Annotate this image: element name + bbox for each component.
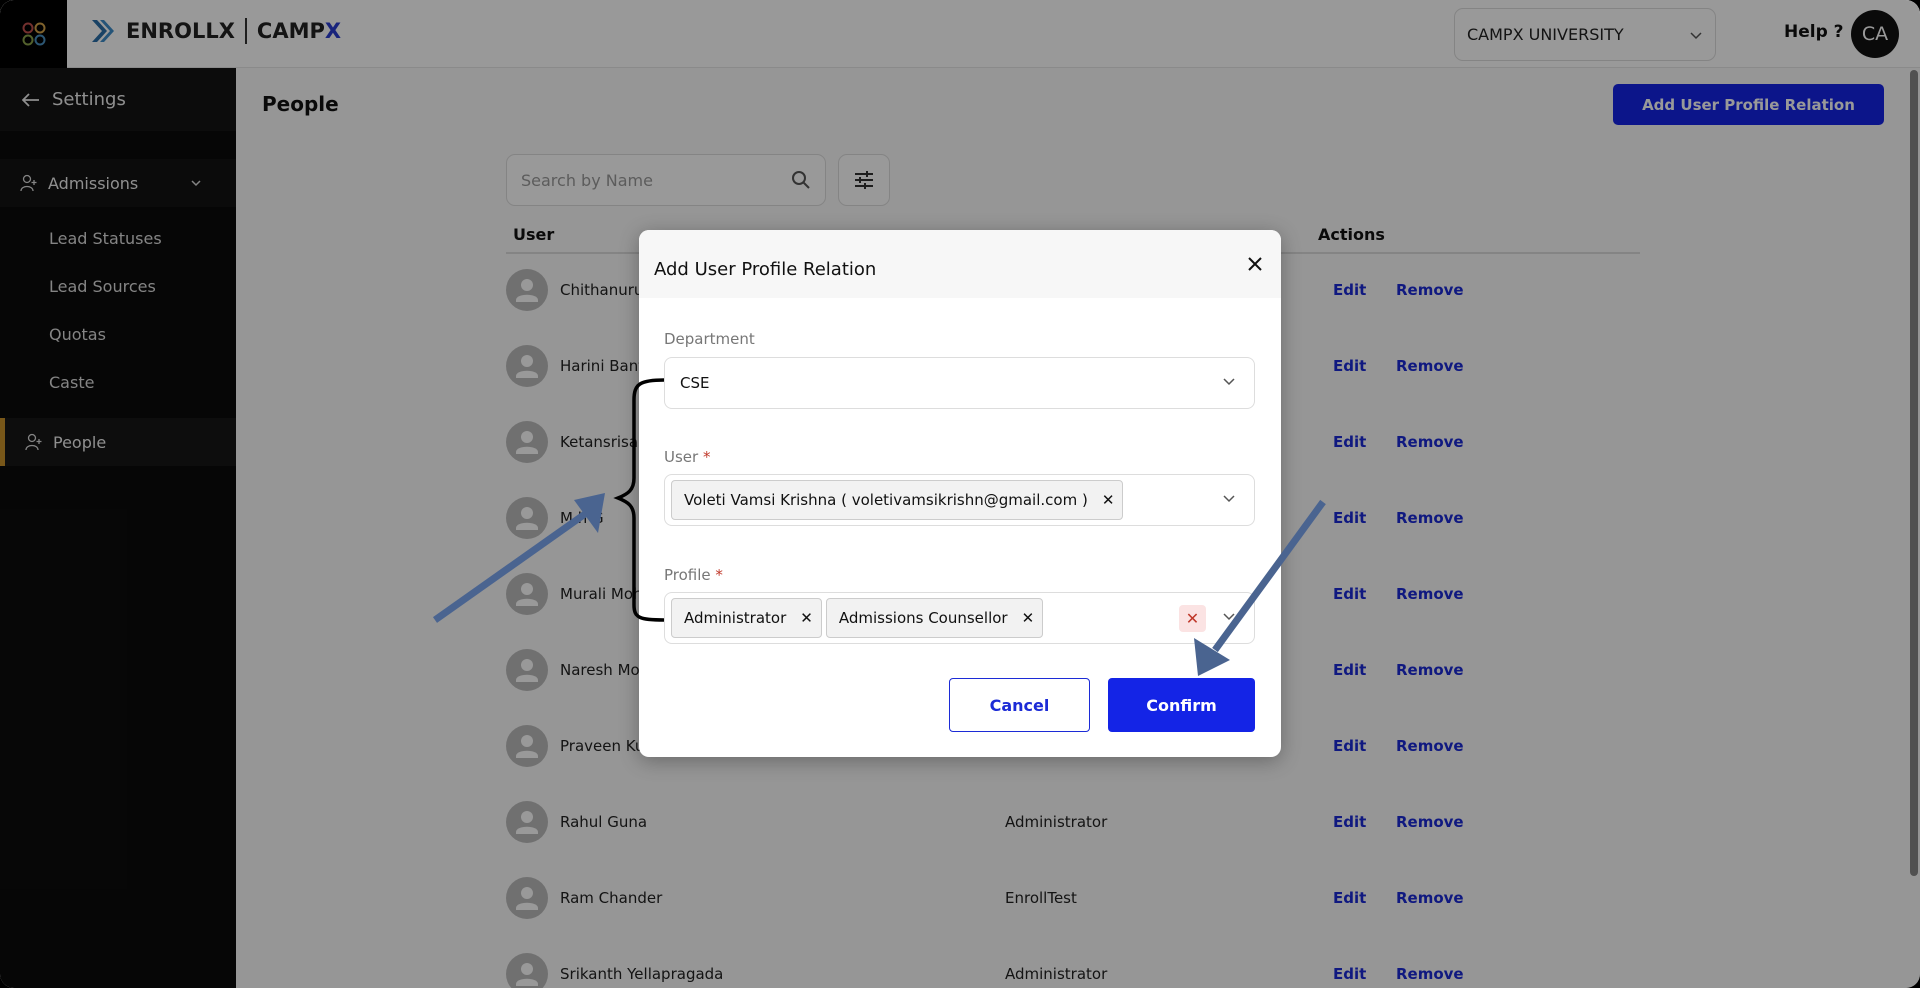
department-value: CSE — [680, 374, 710, 392]
profile-select[interactable]: Administrator ✕ Admissions Counsellor ✕ ✕ — [664, 592, 1255, 644]
profile-chip-label: Administrator — [684, 609, 787, 627]
chevron-down-icon — [1223, 495, 1235, 503]
chevron-down-icon — [1223, 378, 1235, 386]
profile-label-text: Profile — [664, 566, 711, 584]
user-label-text: User — [664, 448, 699, 466]
confirm-button[interactable]: Confirm — [1108, 678, 1255, 732]
cancel-button[interactable]: Cancel — [949, 678, 1090, 732]
remove-chip-icon[interactable]: ✕ — [1022, 609, 1035, 627]
remove-chip-icon[interactable]: ✕ — [800, 609, 813, 627]
dialog-title: Add User Profile Relation — [654, 258, 877, 280]
required-marker: * — [715, 566, 723, 584]
required-marker: * — [702, 448, 711, 466]
user-label: User * — [664, 448, 710, 466]
user-chip-label: Voleti Vamsi Krishna ( voletivamsikrishn… — [684, 491, 1088, 509]
app-window: ENROLLX CAMPX CAMPX UNIVERSITY Help ? CA… — [0, 0, 1920, 988]
profile-chip-label: Admissions Counsellor — [838, 609, 1008, 627]
remove-chip-icon[interactable]: ✕ — [1102, 491, 1115, 509]
close-icon[interactable] — [1247, 256, 1263, 272]
user-select[interactable]: Voleti Vamsi Krishna ( voletivamsikrishn… — [664, 474, 1255, 526]
profile-chip: Administrator ✕ — [671, 598, 822, 638]
dialog-header: Add User Profile Relation — [639, 230, 1281, 298]
department-label: Department — [664, 330, 755, 348]
profile-chip: Admissions Counsellor ✕ — [825, 598, 1044, 638]
add-user-profile-relation-dialog: Add User Profile Relation Department CSE… — [639, 230, 1281, 757]
chevron-down-icon — [1223, 613, 1235, 621]
user-chip: Voleti Vamsi Krishna ( voletivamsikrishn… — [671, 480, 1124, 520]
department-select[interactable]: CSE — [664, 357, 1255, 409]
clear-all-icon[interactable]: ✕ — [1179, 605, 1206, 632]
profile-label: Profile * — [664, 566, 723, 584]
